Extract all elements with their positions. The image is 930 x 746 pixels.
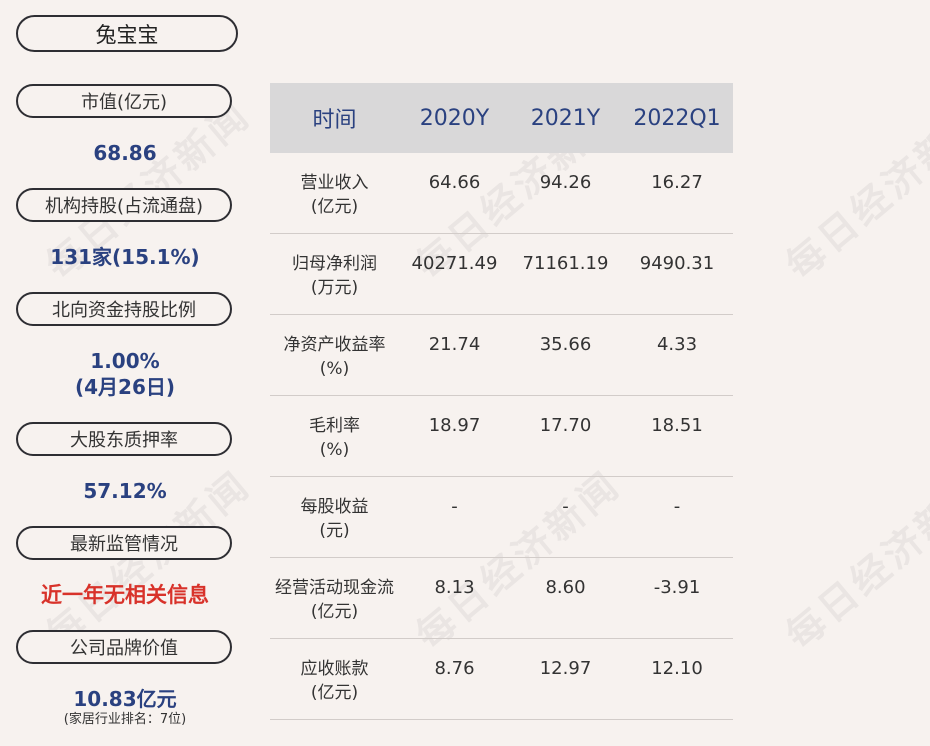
regulation-label: 最新监管情况 [16,526,232,560]
cell: 4.33 [656,334,698,355]
cell: 35.66 [539,334,592,355]
cell: - [451,496,458,517]
table-header: 时间 2020Y 2021Y 2022Q1 [270,83,733,153]
row-label: 归母净利润 (万元) [292,254,377,298]
cell: 12.10 [651,658,703,679]
brand-value-label: 公司品牌价值 [16,630,232,664]
watermark: 每日经济新闻 [777,92,930,289]
table-row: 每股收益 (元) - - - [270,477,733,558]
table-row: 应收账款 (亿元) 8.76 12.97 12.10 [270,639,733,720]
northbound-value: 1.00% (4月26日) [16,348,234,400]
cell: 71161.19 [522,253,609,274]
cell: 16.27 [651,172,703,193]
row-label: 营业收入 (亿元) [300,173,369,217]
header-2020y: 2020Y [419,105,490,131]
row-label: 净资产收益率 (%) [283,335,386,379]
institutional-holding-value: 131家(15.1%) [50,245,200,269]
cell: 21.74 [428,334,481,355]
brand-rank: (家居行业排名：7位) [63,712,187,727]
watermark: 每日经济新闻 [777,462,930,659]
cell: 40271.49 [411,253,498,274]
market-cap-value: 68.86 [93,141,157,165]
cell: 8.76 [434,658,475,679]
cell: - [673,496,681,517]
cell: - [562,496,569,517]
company-name: 兔宝宝 [16,15,238,52]
cell: -3.91 [653,577,701,598]
table-row: 毛利率 (%) 18.97 17.70 18.51 [270,396,733,477]
northbound-label: 北向资金持股比例 [16,292,232,326]
regulation-value: 近一年无相关信息 [41,583,209,607]
table-row: 净资产收益率 (%) 21.74 35.66 4.33 [270,315,733,396]
financial-table: 时间 2020Y 2021Y 2022Q1 营业收入 (亿元) 64.66 94.… [270,83,733,720]
cell: 94.26 [539,172,592,193]
northbound-date: (4月26日) [74,375,176,399]
pledge-rate-value: 57.12% [83,479,167,503]
header-2021y: 2021Y [530,105,601,131]
pledge-rate-label: 大股东质押率 [16,422,232,456]
cell: 8.13 [434,577,475,598]
brand-value: 10.83亿元 (家居行业排名：7位) [16,686,234,728]
institutional-holding-label: 机构持股(占流通盘) [16,188,232,222]
cell: 17.70 [539,415,592,436]
northbound-percent: 1.00% [90,349,160,373]
row-label: 每股收益 (元) [300,497,369,541]
row-label: 毛利率 (%) [309,416,360,460]
cell: 9490.31 [639,253,715,274]
market-cap-label: 市值(亿元) [16,84,232,118]
row-label: 应收账款 (亿元) [300,659,369,703]
cell: 64.66 [428,172,481,193]
cell: 12.97 [539,658,592,679]
table-row: 归母净利润 (万元) 40271.49 71161.19 9490.31 [270,234,733,315]
header-time: 时间 [312,108,357,133]
table-row: 营业收入 (亿元) 64.66 94.26 16.27 [270,153,733,234]
row-label: 经营活动现金流 (亿元) [275,578,394,622]
cell: 8.60 [545,577,586,598]
table-row: 经营活动现金流 (亿元) 8.13 8.60 -3.91 [270,558,733,639]
header-2022q1: 2022Q1 [633,105,721,131]
brand-value-amount: 10.83亿元 [73,687,177,711]
cell: 18.97 [428,415,481,436]
cell: 18.51 [651,415,703,436]
